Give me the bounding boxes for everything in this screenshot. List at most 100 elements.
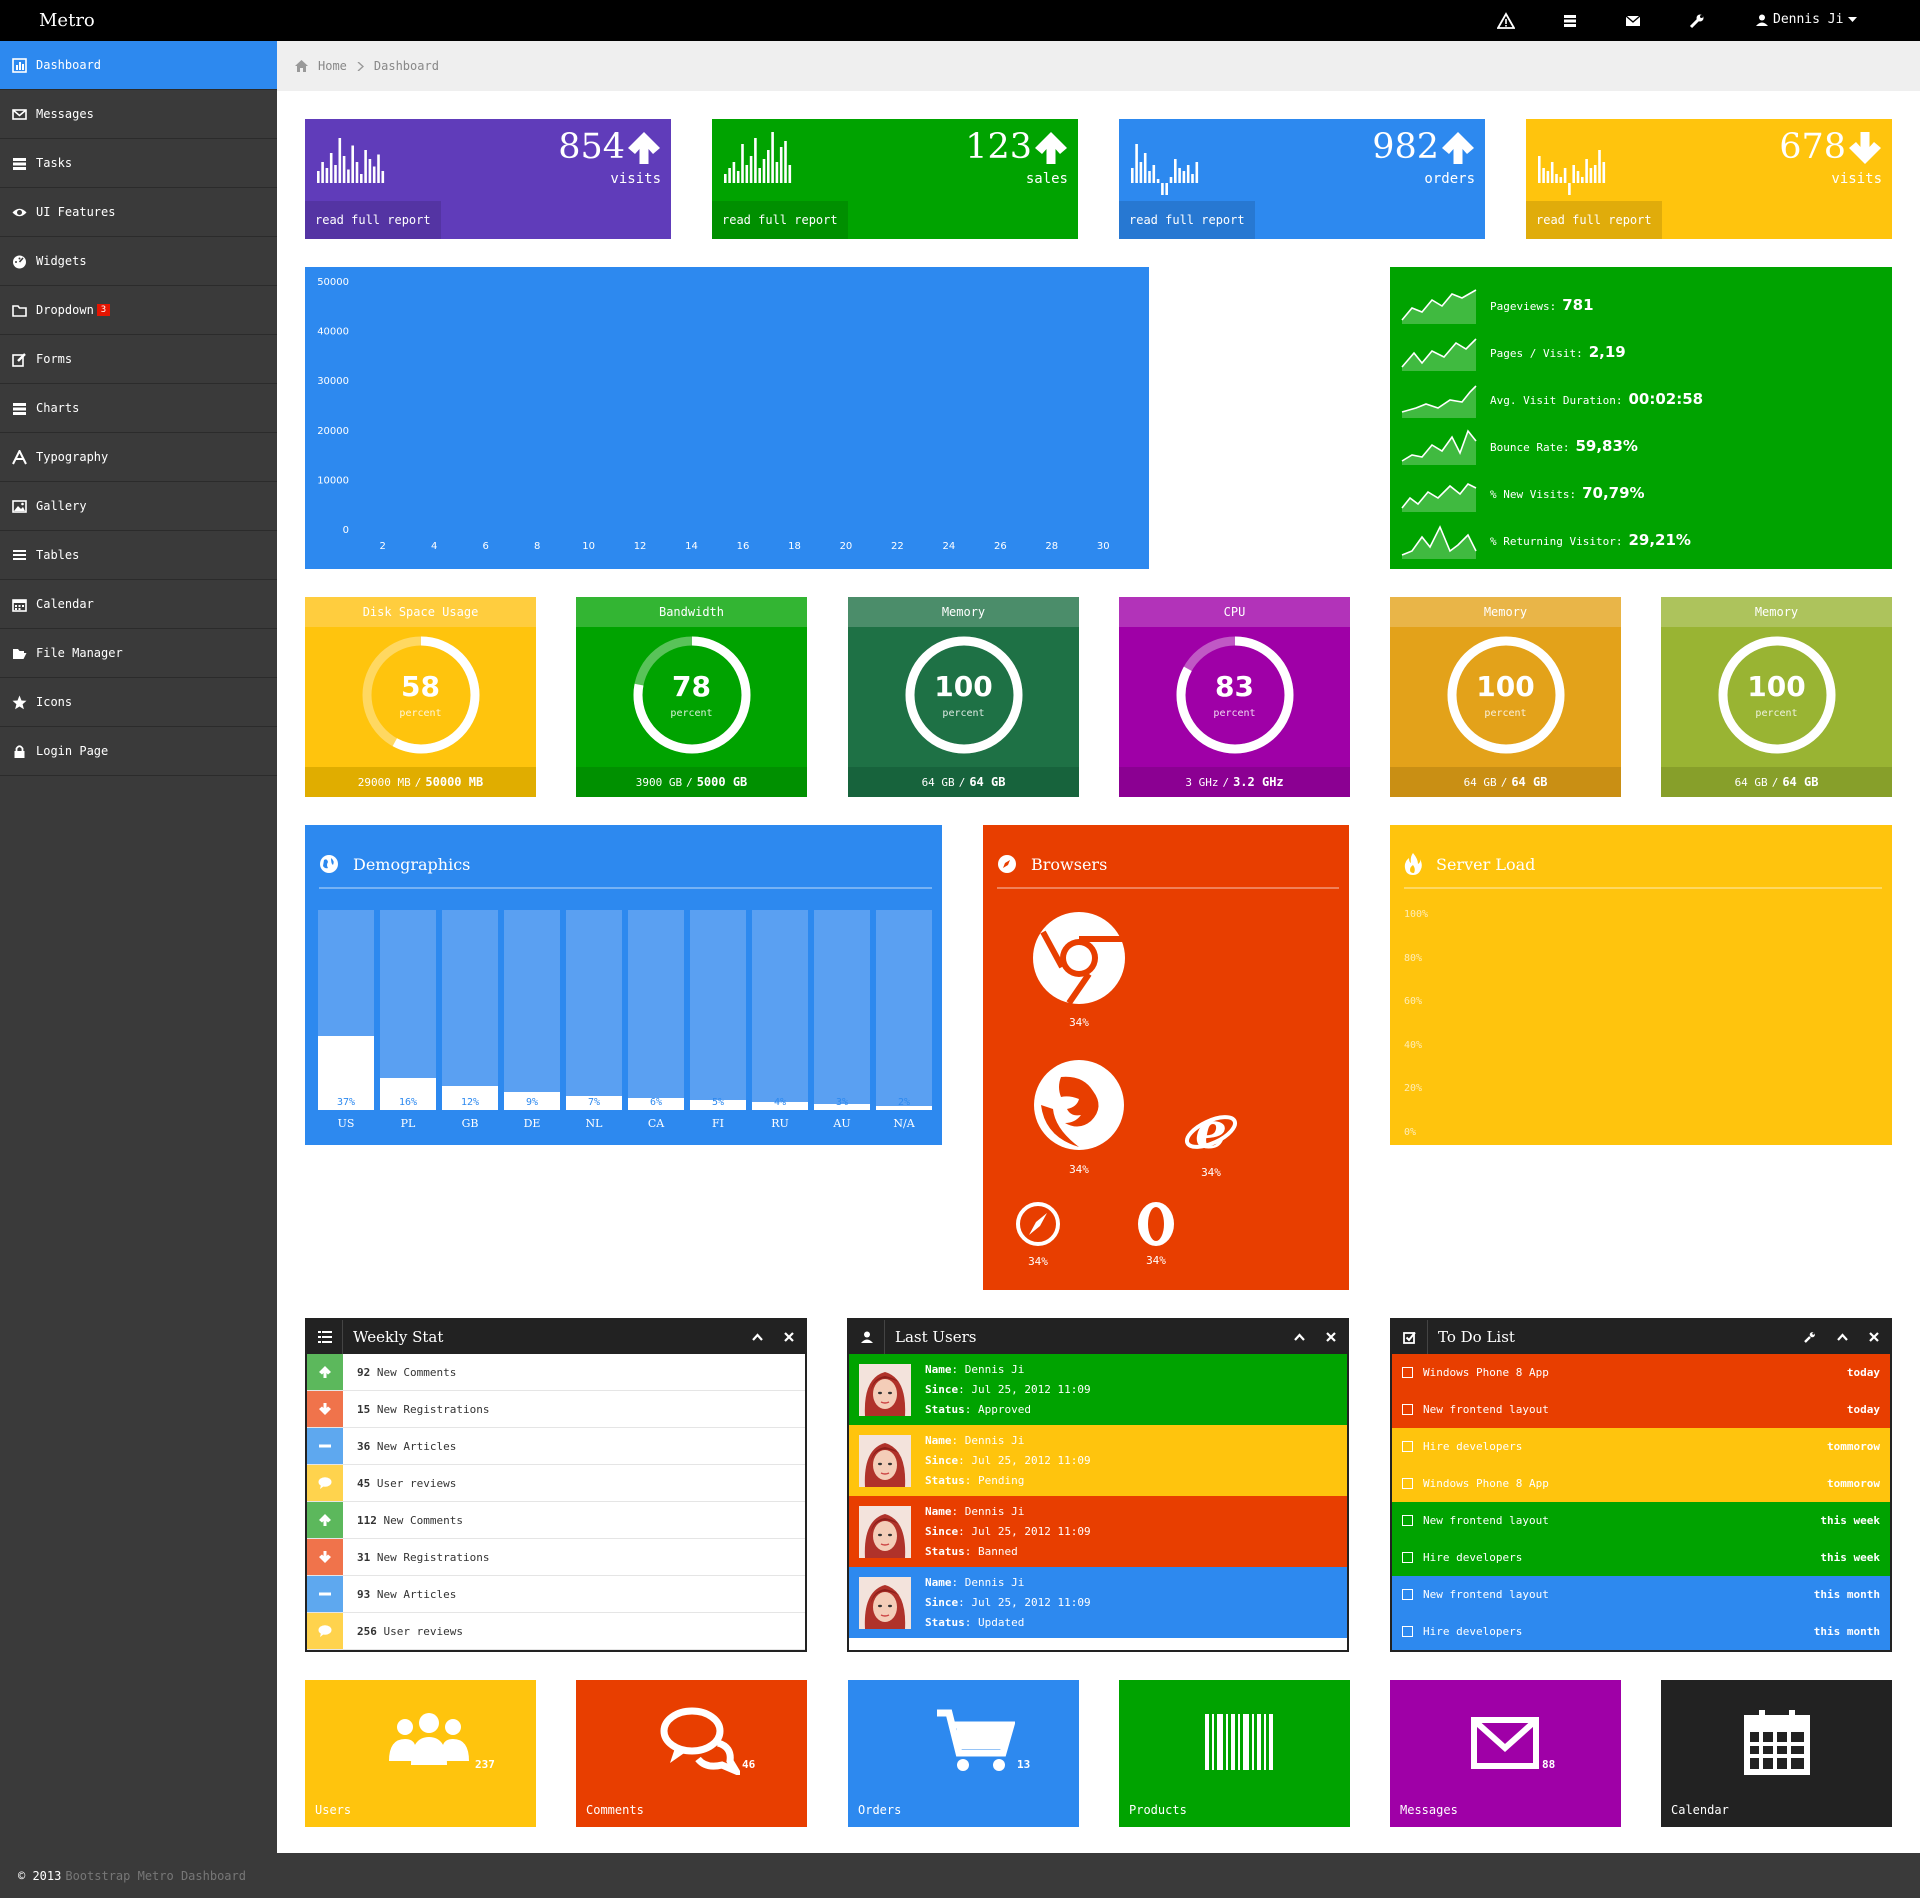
sidebar-item-charts[interactable]: Charts bbox=[0, 384, 277, 433]
visits-chart: 50000 40000 30000 20000 10000 0 2 4 6 8 10 12 14 16 18… bbox=[305, 267, 1149, 569]
circle-stat-total: 5000 GB bbox=[696, 775, 748, 789]
todo-checkbox[interactable] bbox=[1402, 1404, 1413, 1415]
weekly-stat-text: 92 New Comments bbox=[357, 1366, 456, 1379]
sidebar-item-widgets[interactable]: Widgets bbox=[0, 237, 277, 286]
sidebar-item-messages[interactable]: Messages bbox=[0, 90, 277, 139]
todo-row[interactable]: New frontend layout today bbox=[1392, 1391, 1890, 1428]
sidebar-item-login-page[interactable]: Login Page bbox=[0, 727, 277, 776]
stat-box-sales[interactable]: 123 sales read full report bbox=[712, 119, 1078, 239]
weekly-stat-count: 93 bbox=[357, 1587, 371, 1601]
sidebar-item-dropdown[interactable]: Dropdown 3 bbox=[0, 286, 277, 335]
last-user-since-label: Since bbox=[925, 1524, 959, 1538]
spark-bar bbox=[1174, 159, 1177, 183]
browsers-title: Browsers bbox=[1031, 854, 1108, 874]
todo-text: New frontend layout bbox=[1423, 1403, 1549, 1416]
todo-checkbox[interactable] bbox=[1402, 1589, 1413, 1600]
spark-bar bbox=[329, 153, 333, 183]
brand-logo[interactable]: Metro bbox=[39, 10, 95, 31]
collapse-button[interactable] bbox=[1826, 1333, 1858, 1341]
todo-row[interactable]: Windows Phone 8 App tommorow bbox=[1392, 1465, 1890, 1502]
collapse-button[interactable] bbox=[741, 1333, 773, 1341]
tile-calendar[interactable]: Calendar bbox=[1661, 1680, 1892, 1827]
tile-users[interactable]: 237 Users bbox=[305, 1680, 536, 1827]
wrench-icon[interactable] bbox=[1688, 12, 1706, 30]
list-icon bbox=[13, 402, 26, 415]
todo-row[interactable]: Hire developers this week bbox=[1392, 1539, 1890, 1576]
spark-bar bbox=[1182, 171, 1186, 183]
collapse-button[interactable] bbox=[1283, 1333, 1315, 1341]
site-stat-label: Pages / Visit: bbox=[1490, 346, 1583, 360]
sidebar-item-dashboard[interactable]: Dashboard bbox=[0, 41, 277, 90]
last-user-row[interactable]: Name: Dennis Ji Since: Jul 25, 2012 11:09… bbox=[849, 1496, 1347, 1567]
envelope-icon[interactable] bbox=[1624, 12, 1642, 30]
last-user-row[interactable]: Name: Dennis Ji Since: Jul 25, 2012 11:09… bbox=[849, 1425, 1347, 1496]
todo-checkbox[interactable] bbox=[1402, 1478, 1413, 1489]
sidebar-item-gallery[interactable]: Gallery bbox=[0, 482, 277, 531]
footer-link[interactable]: Bootstrap Metro Dashboard bbox=[65, 1869, 246, 1883]
tile-products[interactable]: Products bbox=[1119, 1680, 1350, 1827]
read-report-link[interactable]: read full report bbox=[1119, 201, 1255, 239]
circle-stat-sep: / bbox=[686, 775, 693, 789]
tasks-icon[interactable] bbox=[1561, 12, 1579, 30]
last-user-row[interactable]: Name: Dennis Ji Since: Jul 25, 2012 11:09… bbox=[849, 1567, 1347, 1638]
sidebar-item-typography[interactable]: Typography bbox=[0, 433, 277, 482]
spark-bar bbox=[321, 162, 324, 183]
todo-row[interactable]: New frontend layout this month bbox=[1392, 1576, 1890, 1613]
weekly-stat-icon-box bbox=[307, 1465, 343, 1501]
todo-row[interactable]: New frontend layout this week bbox=[1392, 1502, 1890, 1539]
stat-box-orders[interactable]: 982 orders read full report bbox=[1119, 119, 1485, 239]
tile-comments[interactable]: 46 Comments bbox=[576, 1680, 807, 1827]
stat-box-visits[interactable]: 678 visits read full report bbox=[1526, 119, 1892, 239]
sidebar-item-tasks[interactable]: Tasks bbox=[0, 139, 277, 188]
breadcrumb-current[interactable]: Dashboard bbox=[374, 59, 439, 73]
x-tick-label: 4 bbox=[431, 541, 437, 552]
last-user-since: Jul 25, 2012 11:09 bbox=[971, 1453, 1091, 1467]
tile-orders[interactable]: 13 Orders bbox=[848, 1680, 1079, 1827]
last-user-row[interactable]: Name: Dennis Ji Since: Jul 25, 2012 11:09… bbox=[849, 1354, 1347, 1425]
site-stat-text: % New Visits: 70,79% bbox=[1490, 484, 1645, 502]
tile-messages[interactable]: 88 Messages bbox=[1390, 1680, 1621, 1827]
demographics-header: Demographics bbox=[319, 841, 932, 889]
read-report-link[interactable]: read full report bbox=[305, 201, 441, 239]
sidebar-item-label: Calendar bbox=[36, 597, 94, 611]
circle-stat-sep: / bbox=[414, 775, 422, 789]
site-stat-label: Pageviews: bbox=[1490, 299, 1557, 313]
x-tick-label: 14 bbox=[685, 541, 698, 552]
user-menu[interactable]: Dennis Ji bbox=[1756, 12, 1858, 27]
sidebar-item-icons[interactable]: Icons bbox=[0, 678, 277, 727]
todo-header: To Do List bbox=[1392, 1320, 1890, 1354]
folder-icon bbox=[12, 304, 27, 317]
todo-row[interactable]: Hire developers this month bbox=[1392, 1613, 1890, 1650]
sidebar-item-ui-features[interactable]: UI Features bbox=[0, 188, 277, 237]
close-button[interactable] bbox=[1315, 1332, 1347, 1342]
breadcrumb-home[interactable]: Home bbox=[318, 59, 347, 73]
read-report-link[interactable]: read full report bbox=[712, 201, 848, 239]
todo-checkbox[interactable] bbox=[1402, 1552, 1413, 1563]
todo-checkbox[interactable] bbox=[1402, 1441, 1413, 1452]
sidebar-item-file-manager[interactable]: File Manager bbox=[0, 629, 277, 678]
sidebar-item-forms[interactable]: Forms bbox=[0, 335, 277, 384]
spark-bar bbox=[377, 154, 380, 183]
circle-stat-bandwidth: Bandwidth 78 percent 3900 GB/5000 GB bbox=[576, 597, 807, 797]
folder-open-icon bbox=[13, 648, 27, 659]
warning-icon[interactable] bbox=[1497, 12, 1515, 30]
todo-checkbox[interactable] bbox=[1402, 1515, 1413, 1526]
stat-box-visits[interactable]: 854 visits read full report bbox=[305, 119, 671, 239]
sidebar-item-label: Charts bbox=[36, 401, 80, 415]
last-user-info: Name: Dennis Ji Since: Jul 25, 2012 11:09… bbox=[925, 1502, 1091, 1562]
todo-row[interactable]: Windows Phone 8 App today bbox=[1392, 1354, 1890, 1391]
sidebar-item-calendar[interactable]: Calendar bbox=[0, 580, 277, 629]
read-report-link[interactable]: read full report bbox=[1526, 201, 1662, 239]
sidebar-item-tables[interactable]: Tables bbox=[0, 531, 277, 580]
spark-bar bbox=[1576, 171, 1580, 183]
close-button[interactable] bbox=[773, 1332, 805, 1342]
last-user-status-label: Status bbox=[925, 1473, 965, 1487]
close-button[interactable] bbox=[1858, 1332, 1890, 1342]
todo-checkbox[interactable] bbox=[1402, 1367, 1413, 1378]
top-navbar: Metro Dennis Ji bbox=[0, 0, 1920, 41]
site-stat-row: Pageviews: 781 bbox=[1400, 281, 1594, 328]
todo-checkbox[interactable] bbox=[1402, 1626, 1413, 1637]
todo-row[interactable]: Hire developers tommorow bbox=[1392, 1428, 1890, 1465]
arrow-down-icon bbox=[319, 1403, 331, 1415]
settings-button[interactable] bbox=[1794, 1331, 1826, 1343]
